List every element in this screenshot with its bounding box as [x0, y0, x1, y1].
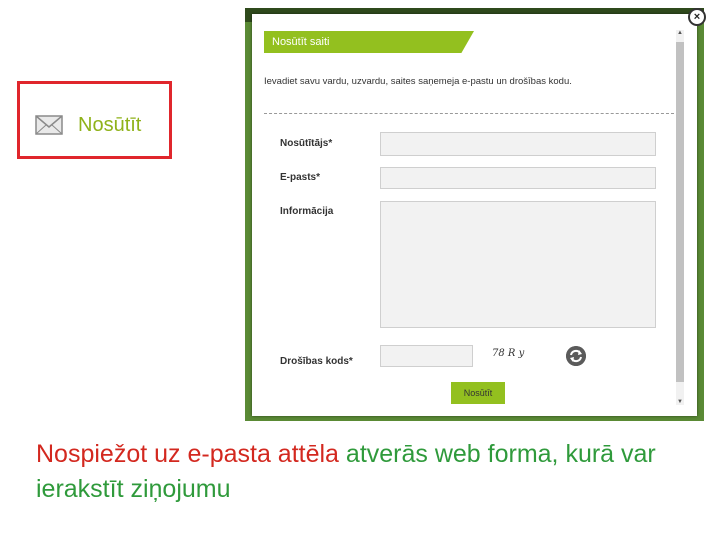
security-code-input[interactable]	[380, 345, 473, 367]
refresh-captcha-icon[interactable]	[566, 346, 586, 366]
info-label: Informācija	[280, 206, 334, 217]
envelope-icon	[35, 115, 63, 135]
security-code-label: Drošības kods*	[280, 356, 353, 367]
send-link-highlight[interactable]: Nosūtīt	[17, 81, 172, 159]
scroll-up-icon[interactable]: ▲	[677, 30, 683, 36]
email-label: E-pasts*	[280, 172, 321, 183]
modal-title: Nosūtīt saiti	[272, 36, 330, 48]
scrollbar[interactable]: ▲ ▼	[676, 30, 684, 405]
captcha-image: 78 R y	[490, 344, 558, 366]
scrollbar-thumb[interactable]	[676, 42, 684, 382]
scroll-down-icon[interactable]: ▼	[677, 399, 683, 405]
form-intro: Ievadiet savu vardu, uzvardu, saites saņ…	[264, 76, 572, 87]
captcha-text: 78 R y	[492, 348, 525, 359]
modal-title-tab: Nosūtīt saiti	[264, 31, 474, 53]
form-screenshot: × Nosūtīt saiti Ievadiet savu vardu, uzv…	[245, 8, 706, 421]
sender-label: Nosūtītājs*	[280, 138, 333, 149]
divider	[264, 113, 674, 114]
close-icon[interactable]: ×	[688, 8, 706, 26]
caption-part-red: Nospiežot uz e-pasta attēla	[36, 440, 339, 468]
email-input[interactable]	[380, 167, 656, 189]
info-textarea[interactable]	[380, 201, 656, 328]
submit-button[interactable]: Nosūtīt	[451, 382, 505, 404]
send-label: Nosūtīt	[78, 114, 142, 136]
slide-caption: Nospiežot uz e-pasta attēla atverās web …	[36, 437, 676, 507]
send-link-modal: × Nosūtīt saiti Ievadiet savu vardu, uzv…	[252, 8, 706, 416]
sender-input[interactable]	[380, 132, 656, 156]
